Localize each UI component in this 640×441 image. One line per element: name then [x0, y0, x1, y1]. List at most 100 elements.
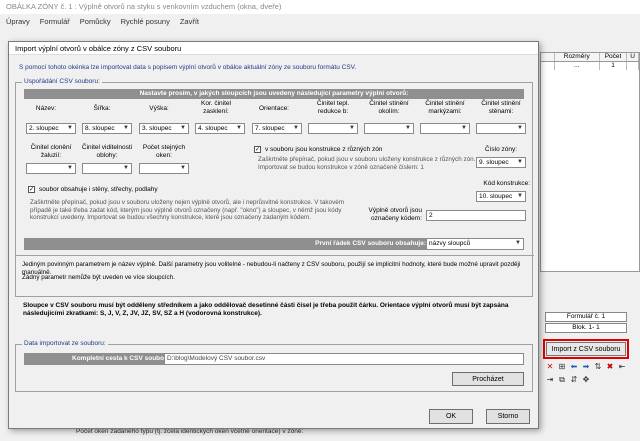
table-header-u: U [627, 53, 639, 61]
section-header: Nastavte prosím, v jakých sloupcích jsou… [24, 89, 524, 99]
label-kod-konstrukce: Kód konstrukce: [483, 180, 530, 187]
label-stineni-okolim: Činitel stínění okolím: [369, 100, 409, 115]
chevron-down-icon: ▼ [123, 165, 129, 171]
file-group-label: Data importovat ze souboru: [22, 340, 108, 347]
select-kod-konstrukce[interactable]: 10. sloupec ▼ [476, 191, 526, 202]
select-value: 7. sloupec [255, 125, 285, 132]
label-cislo-zony: Číslo zóny: [484, 146, 518, 153]
label-vyska: Výška: [149, 105, 169, 112]
chevron-down-icon: ▼ [517, 159, 523, 165]
move-icon[interactable]: ✥ [581, 375, 591, 385]
chevron-down-icon: ▼ [293, 125, 299, 131]
chevron-down-icon: ▼ [349, 125, 355, 131]
side-fields: Formulář č. 1 Blok. 1- 1 [545, 312, 627, 334]
parent-window-title: OBÁLKA ZÓNY č. 1 : Výplně otvorů na styk… [0, 0, 640, 14]
chevron-down-icon: ▼ [515, 240, 521, 246]
menu-zavrit[interactable]: Zavřít [180, 17, 199, 26]
chevron-down-icon: ▼ [67, 165, 73, 171]
label-viditelnost-oblohy: Činitel viditelnosti oblohy: [81, 144, 133, 159]
select-value: 2. sloupec [29, 125, 59, 132]
arrow-right-icon[interactable]: ➡ [581, 362, 591, 372]
code-input[interactable]: 2 [426, 210, 526, 221]
chevron-down-icon: ▼ [67, 125, 73, 131]
zones-checkbox[interactable]: ✓ [254, 146, 261, 153]
first-row-icon[interactable]: ⇤ [617, 362, 627, 372]
cancel-button[interactable]: Storno [486, 409, 530, 424]
select-cislo-zony[interactable]: 9. sloupec ▼ [476, 157, 526, 168]
import-button-highlight: Import z CSV souboru [543, 339, 629, 359]
select-cinitel-b[interactable]: ▼ [308, 123, 358, 134]
menu-pomucky[interactable]: Pomůcky [80, 17, 111, 26]
label-sirka: Šířka: [93, 105, 111, 112]
chevron-down-icon: ▼ [180, 165, 186, 171]
table-header [541, 53, 555, 61]
select-value: 8. sloupec [85, 125, 115, 132]
delete-icon[interactable]: ✖ [605, 362, 615, 372]
select-value: 4. sloupec [198, 125, 228, 132]
select-stineni-okolim[interactable]: ▼ [364, 123, 414, 134]
chevron-down-icon: ▼ [517, 125, 523, 131]
add-row-icon[interactable]: ⊞ [557, 362, 567, 372]
chevron-down-icon: ▼ [123, 125, 129, 131]
table-cell [541, 62, 555, 70]
select-value: 9. sloupec [479, 159, 509, 166]
chevron-down-icon: ▼ [180, 125, 186, 131]
select-vyska[interactable]: 3. sloupec ▼ [139, 123, 189, 134]
block-number-field: Blok. 1- 1 [545, 323, 627, 333]
select-sirka[interactable]: 8. sloupec ▼ [82, 123, 132, 134]
select-orientace[interactable]: 7. sloupec ▼ [252, 123, 302, 134]
select-stineni-markyzami[interactable]: ▼ [420, 123, 470, 134]
menu-formular[interactable]: Formulář [40, 17, 70, 26]
select-korekcni-cinitel[interactable]: 4. sloupec ▼ [195, 123, 245, 134]
ok-button[interactable]: OK [429, 409, 473, 424]
sort-icon[interactable]: ⇵ [569, 375, 579, 385]
move-down-icon[interactable]: ⇅ [593, 362, 603, 372]
divider [16, 255, 534, 256]
side-toolbar: ✕ ⊞ ⬅ ➡ ⇅ ✖ ⇤ ⇥ ⧉ ⇵ ✥ [545, 362, 629, 386]
label-stineni-markyzami: Činitel stínění markýzami: [425, 100, 465, 115]
copy-icon[interactable]: ⧉ [557, 375, 567, 385]
select-cloneni-zaluzii[interactable]: ▼ [26, 163, 76, 174]
chevron-down-icon: ▼ [405, 125, 411, 131]
menu-upravy[interactable]: Úpravy [6, 17, 30, 26]
close-icon[interactable]: ✕ [545, 362, 555, 372]
form-number-field: Formulář č. 1 [545, 312, 627, 322]
path-input[interactable]: D:\blog\Modelový CSV soubor.csv [164, 353, 524, 365]
zones-note: Zaškrtněte přepínač, pokud jsou v soubor… [258, 156, 476, 171]
select-value: 10. sloupec [479, 193, 513, 200]
select-value: 3. sloupec [142, 125, 172, 132]
select-viditelnost-oblohy[interactable]: ▼ [82, 163, 132, 174]
dialog-description: S pomocí tohoto okénka lze importovat da… [19, 64, 357, 71]
csv-layout-group: Uspořádání CSV souboru: Nastavte prosím,… [15, 78, 534, 297]
label-cloneni-zaluzii: Činitel clonění žaluzií: [30, 144, 72, 159]
arrow-left-icon[interactable]: ⬅ [569, 362, 579, 372]
parent-menu-bar: Úpravy Formulář Pomůcky Rychlé posuny Za… [0, 14, 640, 28]
dialog-title: Import výplní otvorů v obálce zóny z CSV… [9, 42, 538, 55]
menu-rychle-posuny[interactable]: Rychlé posuny [121, 17, 170, 26]
chevron-down-icon: ▼ [236, 125, 242, 131]
browse-button[interactable]: Procházet [452, 372, 524, 386]
table-header-rozmery: Rozměry [555, 53, 600, 61]
import-dialog: Import výplní otvorů v obálce zóny z CSV… [8, 41, 539, 429]
walls-checkbox-label: soubor obsahuje i stěny, střechy, podlah… [39, 186, 158, 193]
label-orientace: Orientace: [259, 105, 289, 112]
chevron-down-icon: ▼ [461, 125, 467, 131]
background-table: Rozměry Počet U ... 1 [540, 52, 640, 272]
walls-note: Zaškrtněte přepínač, pokud jsou v soubor… [30, 199, 344, 222]
label-nazev: Název: [35, 105, 57, 112]
walls-checkbox[interactable]: ✓ [28, 186, 35, 193]
import-csv-button[interactable]: Import z CSV souboru [546, 342, 626, 356]
label-stineni-stenami: Činitel stínění stěnami: [481, 100, 521, 115]
csv-layout-group-label: Uspořádání CSV souboru: [22, 78, 102, 85]
info-bold-text: Sloupce v CSV souboru musí být odděleny … [23, 302, 509, 317]
zones-checkbox-label: v souboru jsou konstrukce z různých zón [265, 146, 383, 153]
last-row-icon[interactable]: ⇥ [545, 375, 555, 385]
table-header-pocet: Počet [600, 53, 628, 61]
label-kod: Výplně otvorů jsou označeny kódem: [368, 207, 422, 222]
info-text-2: Žádný parametr nemůže být uveden ve více… [22, 274, 175, 281]
select-nazev[interactable]: 2. sloupec ▼ [26, 123, 76, 134]
first-row-label: První řádek CSV souboru obsahuje: [315, 240, 426, 247]
select-stineni-stenami[interactable]: ▼ [476, 123, 526, 134]
select-first-row[interactable]: názvy sloupců ▼ [426, 238, 524, 250]
select-pocet-oken[interactable]: ▼ [139, 163, 189, 174]
